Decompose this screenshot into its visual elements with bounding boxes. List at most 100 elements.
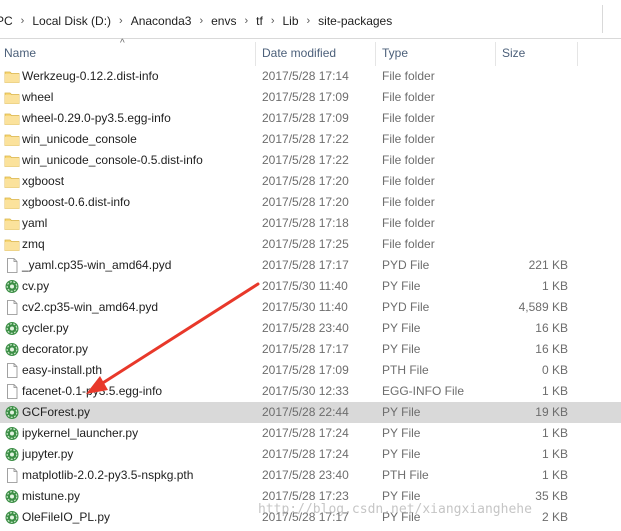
breadcrumb-separator-icon[interactable]: › [265,15,281,27]
breadcrumb-separator-icon[interactable]: › [238,15,254,27]
breadcrumb-item[interactable]: site-packages [316,14,394,28]
breadcrumb-item[interactable]: PC [0,14,15,28]
file-icon [4,468,20,483]
file-name: wheel-0.29.0-py3.5.egg-info [22,111,171,125]
column-header-name[interactable]: Name [4,38,36,66]
breadcrumb-item[interactable]: tf [254,14,265,28]
file-row[interactable]: yaml 2017/5/28 17:18 File folder [0,213,621,234]
file-type: File folder [382,69,435,83]
file-row[interactable]: win_unicode_console-0.5.dist-info 2017/5/… [0,150,621,171]
folder-icon [4,153,20,168]
file-row[interactable]: Werkzeug-0.12.2.dist-info 2017/5/28 17:14… [0,66,621,87]
file-size: 1 KB [541,447,568,461]
breadcrumb-item[interactable]: envs [209,14,238,28]
file-row[interactable]: wheel-0.29.0-py3.5.egg-info 2017/5/28 17:… [0,108,621,129]
file-date-modified: 2017/5/30 12:33 [262,384,349,398]
breadcrumb-item[interactable]: Local Disk (D:) [30,14,113,28]
python-file-icon [4,426,20,441]
breadcrumb-separator-icon[interactable]: › [113,15,129,27]
file-icon [4,363,20,378]
file-name: jupyter.py [22,447,74,461]
file-size: 2 KB [541,510,568,524]
file-name: matplotlib-2.0.2-py3.5-nspkg.pth [22,468,194,482]
python-file-icon [4,405,20,420]
file-icon [4,300,20,315]
file-type: File folder [382,237,435,251]
breadcrumb-item[interactable]: Lib [280,14,300,28]
file-date-modified: 2017/5/28 17:20 [262,174,349,188]
breadcrumb-separator-icon[interactable]: › [301,15,317,27]
file-name: decorator.py [22,342,89,356]
file-name: win_unicode_console [22,132,137,146]
breadcrumb-item[interactable]: Anaconda3 [129,14,194,28]
file-date-modified: 2017/5/28 17:17 [262,342,349,356]
file-row[interactable]: easy-install.pth 2017/5/28 17:09 PTH File 0… [0,360,621,381]
file-date-modified: 2017/5/28 17:18 [262,216,349,230]
file-date-modified: 2017/5/28 17:24 [262,426,349,440]
file-row[interactable]: decorator.py 2017/5/28 17:17 PY File 16 KB [0,339,621,360]
file-row[interactable]: zmq 2017/5/28 17:25 File folder [0,234,621,255]
file-icon [4,384,20,399]
column-divider[interactable] [577,42,578,66]
file-row[interactable]: xgboost-0.6.dist-info 2017/5/28 17:20 File… [0,192,621,213]
file-type: File folder [382,195,435,209]
folder-icon [4,174,20,189]
file-date-modified: 2017/5/28 17:22 [262,153,349,167]
file-type: EGG-INFO File [382,384,465,398]
column-header-size[interactable]: Size [502,38,525,66]
file-row[interactable]: win_unicode_console 2017/5/28 17:22 File f… [0,129,621,150]
column-header-date[interactable]: Date modified [262,38,336,66]
file-row[interactable]: cv.py 2017/5/30 11:40 PY File 1 KB [0,276,621,297]
python-file-icon [4,321,20,336]
file-type: PTH File [382,468,429,482]
file-row[interactable]: xgboost 2017/5/28 17:20 File folder [0,171,621,192]
file-type: File folder [382,90,435,104]
file-row[interactable]: cv2.cp35-win_amd64.pyd 2017/5/30 11:40 PYD… [0,297,621,318]
folder-icon [4,69,20,84]
file-size: 16 KB [535,342,568,356]
file-date-modified: 2017/5/28 17:09 [262,363,349,377]
file-type: File folder [382,111,435,125]
breadcrumb-separator-icon[interactable]: › [15,15,31,27]
folder-icon [4,111,20,126]
file-icon [4,258,20,273]
file-type: PY File [382,510,421,524]
file-row[interactable]: wheel 2017/5/28 17:09 File folder [0,87,621,108]
file-date-modified: 2017/5/28 17:23 [262,489,349,503]
file-name: facenet-0.1-py3.5.egg-info [22,384,163,398]
file-row[interactable]: OleFileIO_PL.py 2017/5/28 17:17 PY File 2 K… [0,507,621,528]
file-size: 1 KB [541,384,568,398]
breadcrumb-separator-icon[interactable]: › [193,15,209,27]
file-type: PYD File [382,300,430,314]
column-header-type[interactable]: Type [382,38,408,66]
file-row[interactable]: matplotlib-2.0.2-py3.5-nspkg.pth 2017/5/2… [0,465,621,486]
file-size: 19 KB [535,405,568,419]
file-date-modified: 2017/5/28 17:09 [262,111,349,125]
folder-icon [4,237,20,252]
file-row[interactable]: _yaml.cp35-win_amd64.pyd 2017/5/28 17:17 P… [0,255,621,276]
file-row[interactable]: jupyter.py 2017/5/28 17:24 PY File 1 KB [0,444,621,465]
column-divider[interactable] [495,42,496,66]
file-date-modified: 2017/5/28 17:09 [262,90,349,104]
file-row[interactable]: ipykernel_launcher.py 2017/5/28 17:24 PY F… [0,423,621,444]
file-date-modified: 2017/5/28 17:14 [262,69,349,83]
file-type: File folder [382,216,435,230]
file-type: PY File [382,405,421,419]
column-divider[interactable] [255,42,256,66]
file-name: OleFileIO_PL.py [22,510,111,524]
file-name: cv.py [22,279,50,293]
file-date-modified: 2017/5/28 17:25 [262,237,349,251]
folder-icon [4,195,20,210]
folder-icon [4,90,20,105]
file-type: File folder [382,132,435,146]
file-date-modified: 2017/5/28 17:22 [262,132,349,146]
file-row[interactable]: GCForest.py 2017/5/28 22:44 PY File 19 KB [0,402,621,423]
file-type: PYD File [382,258,430,272]
file-row[interactable]: facenet-0.1-py3.5.egg-info 2017/5/30 12:3… [0,381,621,402]
column-divider[interactable] [375,42,376,66]
file-type: PY File [382,489,421,503]
file-row[interactable]: mistune.py 2017/5/28 17:23 PY File 35 KB [0,486,621,507]
column-header-row: ^ Name Date modified Type Size [0,38,621,66]
file-row[interactable]: cycler.py 2017/5/28 23:40 PY File 16 KB [0,318,621,339]
address-bar[interactable]: PC › Local Disk (D:) › Anaconda3 › envs › tf › Lib… [0,0,621,39]
